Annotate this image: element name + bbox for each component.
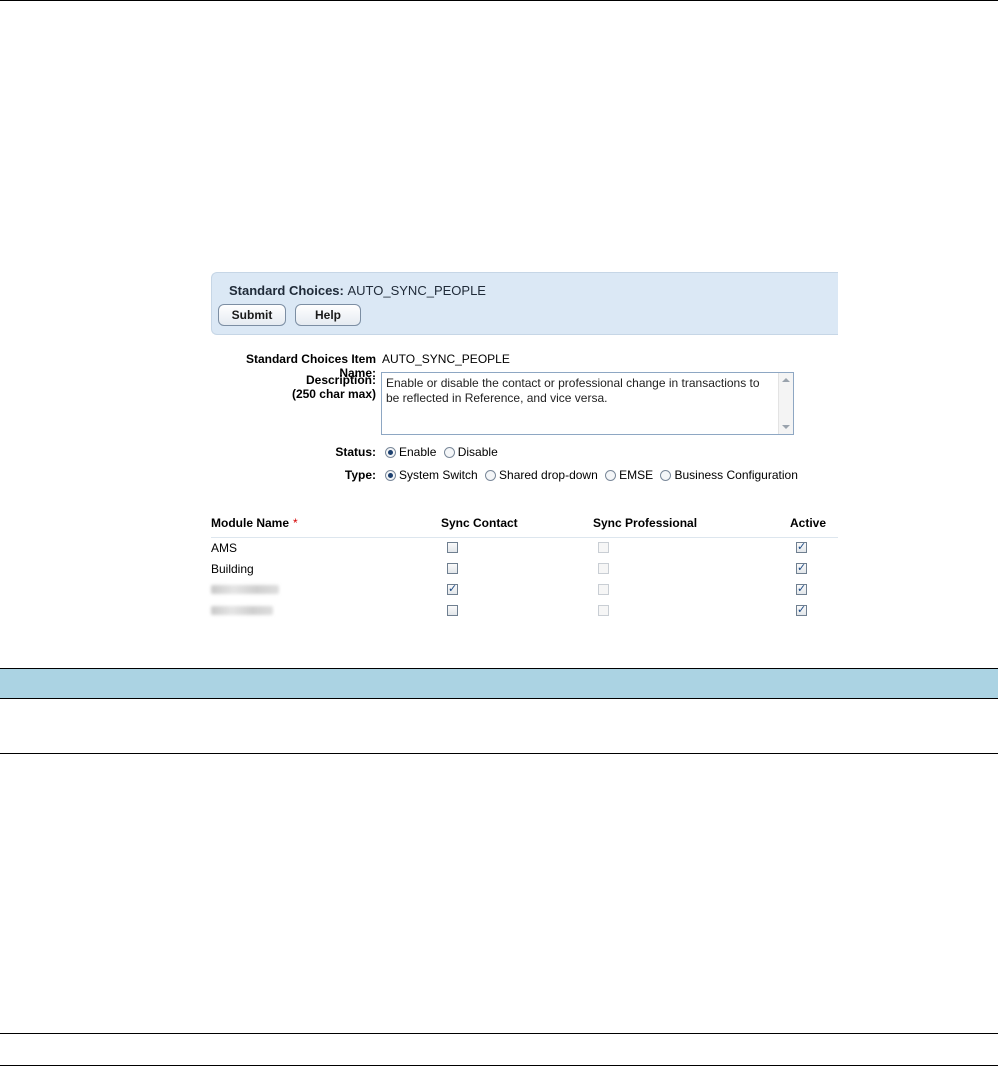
standard-choices-form: Standard Choices: AUTO_SYNC_PEOPLE Submi… bbox=[211, 272, 838, 632]
module-name-cell-redacted bbox=[211, 604, 273, 618]
header-sync-contact: Sync Contact bbox=[441, 516, 518, 530]
radio-unselected-icon[interactable] bbox=[605, 470, 617, 481]
type-option-system-switch[interactable]: System Switch bbox=[385, 468, 478, 482]
scroll-up-arrow-icon[interactable] bbox=[782, 378, 790, 382]
active-checkbox[interactable] bbox=[796, 540, 807, 553]
status-option-disable[interactable]: Disable bbox=[443, 445, 498, 459]
required-marker: * bbox=[293, 516, 298, 530]
status-label: Status: bbox=[335, 445, 376, 459]
sync-contact-checkbox[interactable] bbox=[447, 582, 458, 595]
description-sublabel: (250 char max) bbox=[291, 387, 376, 401]
table-rule bbox=[0, 753, 998, 754]
sync-professional-checkbox bbox=[598, 605, 609, 616]
active-checkbox[interactable] bbox=[796, 561, 807, 574]
page-title: Standard Choices: AUTO_SYNC_PEOPLE bbox=[229, 283, 486, 298]
module-name-cell: AMS bbox=[211, 541, 238, 555]
table-row: AMS bbox=[211, 538, 838, 559]
module-table-header: Module Name * Sync Contact Sync Professio… bbox=[211, 513, 838, 538]
radio-unselected-icon[interactable] bbox=[443, 447, 455, 458]
status-option-enable[interactable]: Enable bbox=[385, 445, 436, 459]
sync-contact-checkbox[interactable] bbox=[447, 605, 458, 616]
type-option-business-configuration[interactable]: Business Configuration bbox=[660, 468, 798, 482]
radio-unselected-icon[interactable] bbox=[660, 470, 672, 481]
type-option-shared-dropdown[interactable]: Shared drop-down bbox=[485, 468, 598, 482]
redacted-text-blur bbox=[211, 606, 273, 615]
table-rule bbox=[0, 1033, 998, 1034]
top-rule bbox=[0, 0, 998, 1]
description-scrollbar[interactable] bbox=[778, 373, 793, 434]
status-radio-group: Enable Disable bbox=[385, 445, 502, 459]
type-label: Type: bbox=[344, 468, 376, 482]
module-name-cell: Building bbox=[211, 562, 254, 576]
sync-professional-checkbox bbox=[598, 542, 609, 553]
radio-unselected-icon[interactable] bbox=[485, 470, 497, 481]
header-active: Active bbox=[790, 516, 827, 530]
radio-selected-icon[interactable] bbox=[385, 470, 396, 481]
header-module-name: Module Name * bbox=[211, 516, 298, 530]
table-rule bbox=[0, 1065, 998, 1066]
header-sync-professional: Sync Professional bbox=[593, 516, 698, 530]
type-option-emse[interactable]: EMSE bbox=[605, 468, 653, 482]
table-row bbox=[211, 601, 838, 622]
table-row bbox=[211, 580, 838, 601]
sync-contact-checkbox[interactable] bbox=[447, 563, 458, 574]
table-header-band bbox=[0, 668, 998, 699]
item-name-value: AUTO_SYNC_PEOPLE bbox=[382, 352, 510, 366]
scroll-down-arrow-icon[interactable] bbox=[782, 425, 790, 429]
description-label: Description: bbox=[305, 373, 376, 387]
description-text: Enable or disable the contact or profess… bbox=[386, 376, 760, 405]
module-name-cell-redacted bbox=[211, 583, 279, 597]
active-checkbox[interactable] bbox=[796, 582, 807, 595]
redacted-text-blur bbox=[211, 585, 279, 594]
active-checkbox[interactable] bbox=[796, 603, 807, 616]
submit-button[interactable]: Submit bbox=[218, 304, 286, 326]
description-textarea[interactable]: Enable or disable the contact or profess… bbox=[381, 372, 794, 435]
form-header: Standard Choices: AUTO_SYNC_PEOPLE Submi… bbox=[211, 272, 838, 335]
sync-professional-checkbox bbox=[598, 584, 609, 595]
sync-professional-checkbox bbox=[598, 563, 609, 574]
help-button[interactable]: Help bbox=[295, 304, 361, 326]
radio-selected-icon[interactable] bbox=[385, 447, 396, 458]
type-radio-group: System Switch Shared drop-down EMSE Busi… bbox=[385, 468, 802, 482]
sync-contact-checkbox[interactable] bbox=[447, 542, 458, 553]
table-row: Building bbox=[211, 559, 838, 580]
